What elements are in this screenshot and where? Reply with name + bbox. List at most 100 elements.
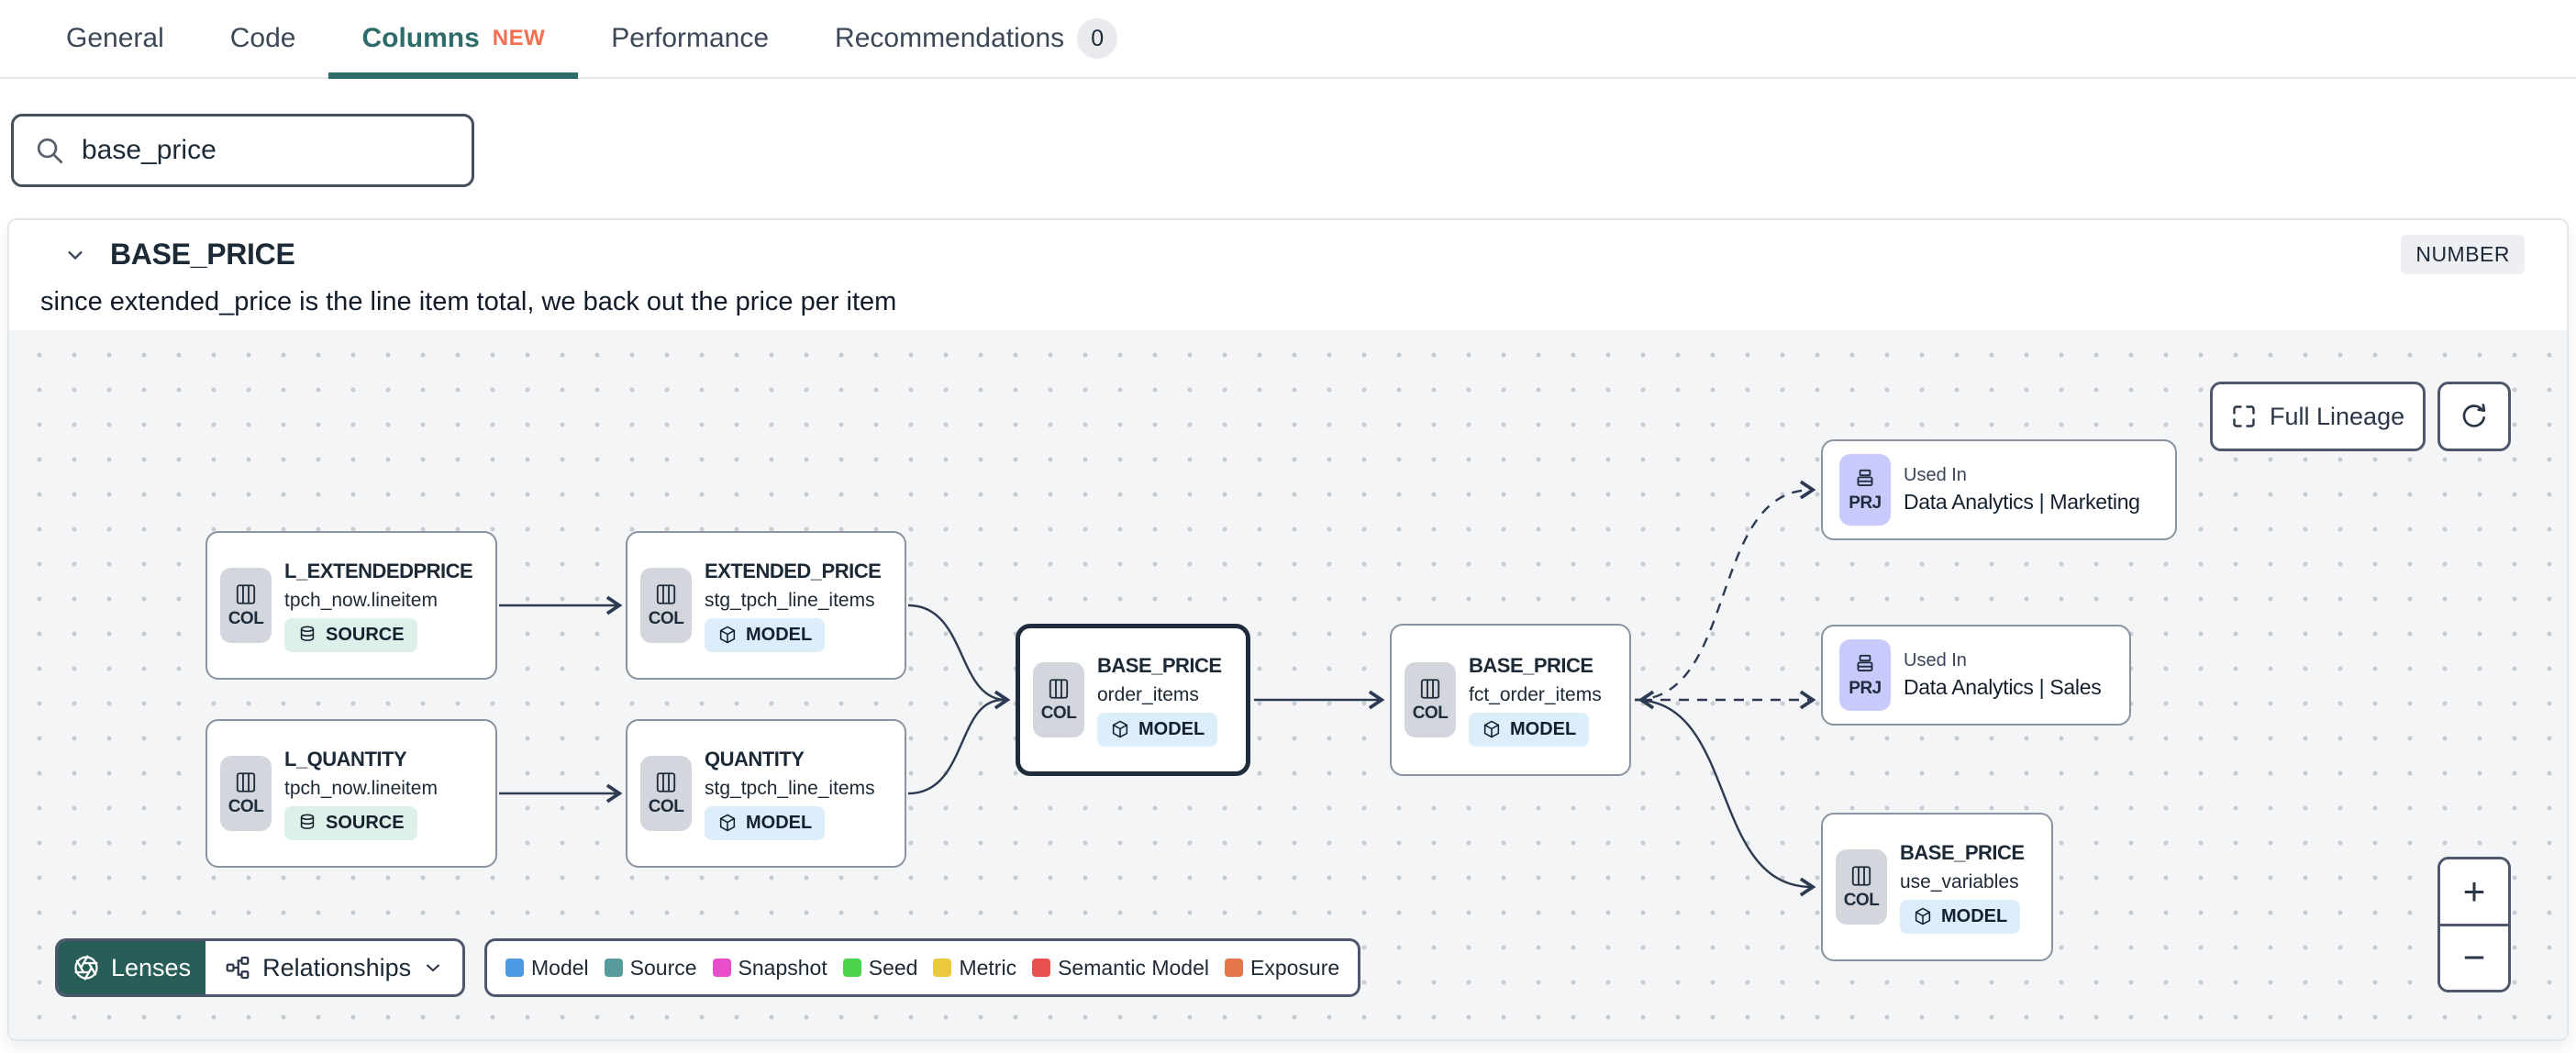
tab-label: Recommendations — [835, 23, 1065, 53]
zoom-in-button[interactable]: + — [2440, 859, 2508, 924]
node-base-price-order-items[interactable]: COL BASE_PRICE order_items MODEL — [1016, 624, 1250, 776]
legend-item-exposure: Exposure — [1225, 956, 1339, 981]
legend-item-metric: Metric — [933, 956, 1016, 981]
tab-columns[interactable]: Columns NEW — [328, 0, 579, 79]
cube-icon — [1112, 720, 1128, 738]
legend-swatch — [1225, 959, 1243, 977]
columns-icon — [1851, 865, 1871, 886]
zoom-out-button[interactable]: − — [2440, 923, 2508, 990]
database-icon — [300, 814, 315, 829]
resource-kind-badge: MODEL — [705, 617, 826, 652]
node-title: L_EXTENDEDPRICE — [284, 559, 473, 582]
column-type-badge: COL — [1033, 662, 1084, 737]
tab-code[interactable]: Code — [197, 0, 329, 77]
lenses-button[interactable]: Lenses — [58, 941, 206, 994]
legend-swatch — [933, 959, 952, 977]
tab-label: Code — [229, 23, 296, 53]
legend-item-source: Source — [604, 956, 697, 981]
column-type-badge: COL — [220, 756, 272, 831]
cube-icon — [1915, 907, 1931, 926]
used-in-label: Used In — [1904, 465, 1967, 485]
node-title: BASE_PRICE — [1097, 653, 1222, 677]
tab-label: Performance — [611, 23, 770, 53]
tab-recommendations[interactable]: Recommendations 0 — [802, 0, 1150, 77]
resource-kind-badge: SOURCE — [284, 617, 417, 652]
relationships-icon — [226, 956, 250, 980]
legend-swatch — [505, 959, 524, 977]
database-icon — [300, 626, 315, 641]
full-lineage-button[interactable]: Full Lineage — [2210, 382, 2426, 451]
lineage-edges — [499, 480, 1816, 897]
resource-kind-badge: MODEL — [705, 805, 826, 840]
data-type-badge: NUMBER — [2401, 235, 2525, 274]
new-badge: NEW — [492, 26, 546, 50]
column-type-badge: COL — [640, 568, 692, 643]
node-l-extendedprice[interactable]: COL L_EXTENDEDPRICE tpch_now.lineitem SO… — [205, 531, 497, 680]
node-subtitle: tpch_now.lineitem — [284, 589, 438, 611]
column-description: since extended_price is the line item to… — [40, 287, 897, 316]
collapse-chevron-icon[interactable] — [62, 242, 88, 268]
column-type-badge: COL — [1836, 849, 1887, 925]
node-extended-price[interactable]: COL EXTENDED_PRICE stg_tpch_line_items M… — [626, 531, 906, 680]
edge-fct-marketing — [1634, 480, 1816, 702]
tab-label: Columns — [361, 23, 480, 53]
node-l-quantity[interactable]: COL L_QUANTITY tpch_now.lineitem SOURCE — [205, 719, 497, 868]
column-name: BASE_PRICE — [110, 238, 295, 271]
cube-icon — [1483, 720, 1500, 738]
node-subtitle: stg_tpch_line_items — [705, 589, 875, 611]
node-title: L_QUANTITY — [284, 747, 407, 770]
cube-icon — [719, 626, 736, 644]
legend-item-model: Model — [505, 956, 589, 981]
node-subtitle: order_items — [1097, 683, 1199, 705]
search-icon — [34, 135, 65, 166]
legend-swatch — [712, 959, 731, 977]
edge-fct-usevariables — [1634, 698, 1816, 897]
lens-toolbar: Lenses Relationships — [55, 938, 466, 997]
node-subtitle: use_variables — [1900, 870, 2019, 892]
edge-quantity-baseprice — [907, 698, 1004, 795]
refresh-button[interactable] — [2437, 382, 2511, 451]
node-title: Data Analytics | Sales — [1904, 675, 2102, 699]
resource-kind-badge: MODEL — [1900, 899, 2021, 934]
node-title: QUANTITY — [705, 747, 805, 770]
node-quantity[interactable]: COL QUANTITY stg_tpch_line_items MODEL — [626, 719, 906, 868]
tab-bar: General Code Columns NEW Performance Rec… — [0, 0, 2576, 79]
legend-swatch — [842, 959, 861, 977]
node-title: BASE_PRICE — [1900, 840, 2025, 864]
node-base-price-use-variables[interactable]: COL BASE_PRICE use_variables MODEL — [1821, 813, 2053, 961]
legend-item-seed: Seed — [842, 956, 917, 981]
zoom-control: + − — [2437, 857, 2511, 992]
legend-item-semantic-model: Semantic Model — [1032, 956, 1209, 981]
column-type-badge: COL — [220, 568, 272, 643]
used-in-label: Used In — [1904, 650, 1967, 671]
node-title: Data Analytics | Marketing — [1904, 490, 2140, 514]
column-card: BASE_PRICE NUMBER since extended_price i… — [7, 218, 2569, 1041]
aperture-icon — [74, 955, 98, 981]
column-type-badge: COL — [1405, 662, 1456, 737]
columns-icon — [236, 583, 256, 604]
node-subtitle: fct_order_items — [1469, 683, 1602, 705]
project-type-badge: PRJ — [1839, 454, 1891, 526]
node-used-in-sales[interactable]: PRJ Used In Data Analytics | Sales — [1821, 625, 2131, 726]
resource-kind-badge: MODEL — [1097, 712, 1218, 747]
expand-icon — [2233, 405, 2255, 427]
project-icon — [1857, 654, 1873, 671]
column-search — [11, 114, 474, 187]
search-input[interactable] — [82, 135, 451, 166]
node-subtitle: stg_tpch_line_items — [705, 777, 875, 799]
tab-performance[interactable]: Performance — [578, 0, 802, 77]
node-title: EXTENDED_PRICE — [705, 559, 882, 582]
project-type-badge: PRJ — [1839, 639, 1891, 711]
tab-general[interactable]: General — [33, 0, 197, 77]
resource-kind-badge: MODEL — [1469, 712, 1590, 747]
refresh-icon — [2462, 404, 2486, 427]
node-used-in-marketing[interactable]: PRJ Used In Data Analytics | Marketing — [1821, 439, 2177, 540]
project-icon — [1857, 469, 1873, 486]
node-base-price-fct-order-items[interactable]: COL BASE_PRICE fct_order_items MODEL — [1390, 624, 1631, 776]
relationships-dropdown[interactable]: Relationships — [205, 941, 462, 994]
columns-icon — [656, 771, 676, 793]
columns-icon — [236, 771, 256, 793]
resource-kind-badge: SOURCE — [284, 805, 417, 840]
legend-item-snapshot: Snapshot — [712, 956, 827, 981]
lineage-canvas[interactable]: COL L_EXTENDEDPRICE tpch_now.lineitem SO… — [9, 330, 2567, 1039]
